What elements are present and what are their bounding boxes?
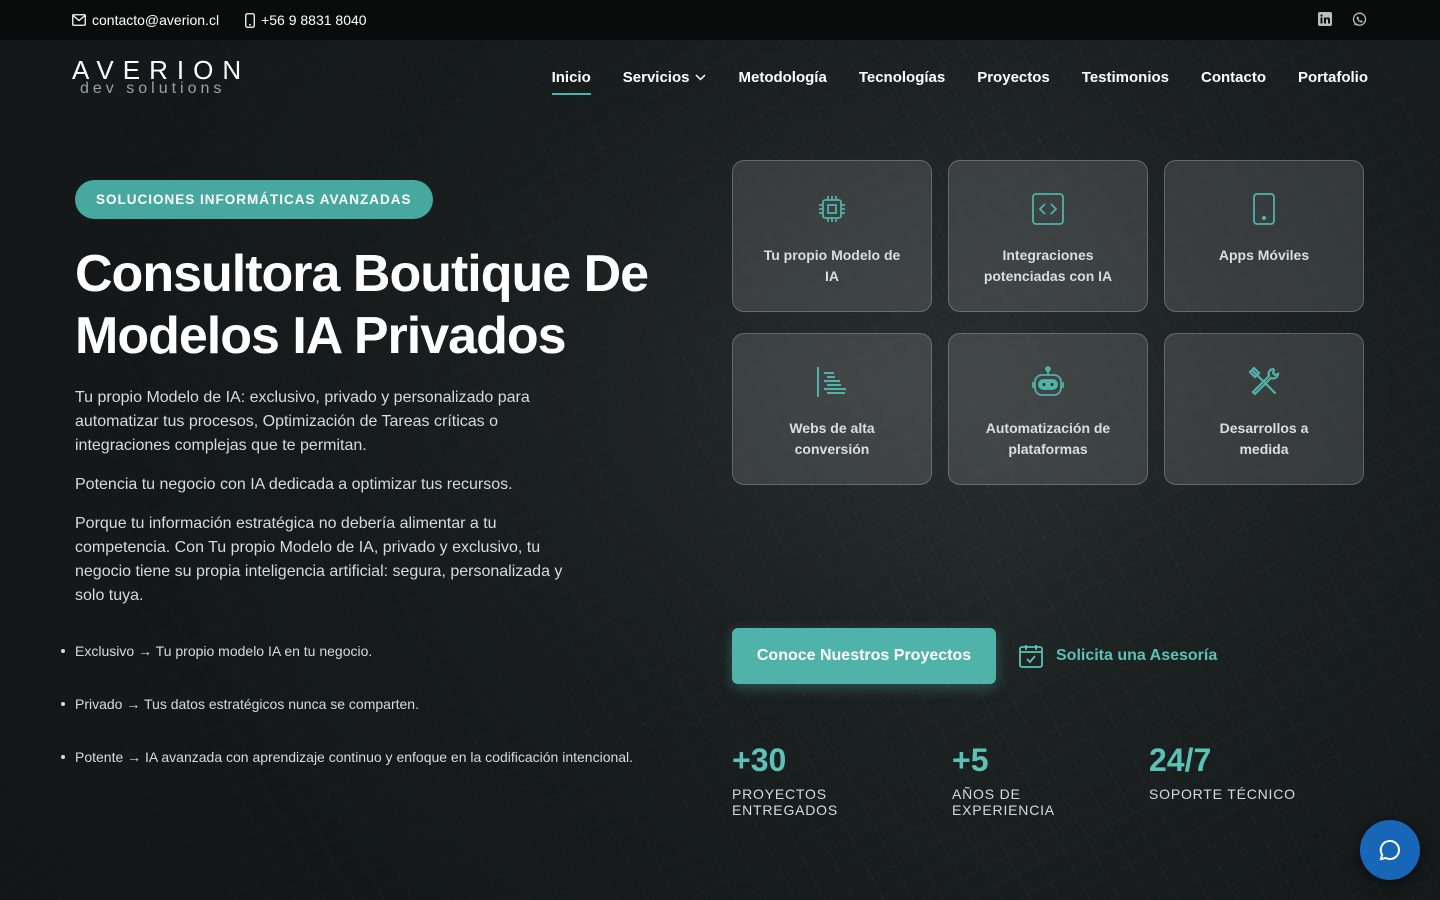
list-item: Potente → IA avanzada con aprendizaje co… (61, 746, 675, 799)
service-card-label: Tu propio Modelo de IA (763, 247, 901, 284)
service-card-automatizacion[interactable]: Automatización de plataformas (948, 333, 1148, 485)
consultation-link[interactable]: Solicita una Asesoría (1018, 640, 1217, 672)
phone-icon (245, 12, 255, 28)
phone-link[interactable]: +56 9 8831 8040 (245, 12, 367, 28)
service-card-desarrollos[interactable]: Desarrollos a medida (1164, 333, 1364, 485)
nav-item-metodologia[interactable]: Metodología (738, 63, 826, 92)
list-item: Privado → Tus datos estratégicos nunca s… (61, 693, 675, 746)
code-icon (1030, 191, 1066, 227)
chevron-down-icon (695, 73, 707, 81)
service-cards: Tu propio Modelo de IA Integraciones pot… (732, 160, 1365, 485)
stat-caption: PROYECTOS ENTREGADOS (732, 786, 839, 818)
nav-item-tecnologias[interactable]: Tecnologías (859, 63, 945, 92)
stat-projects: +30 PROYECTOS ENTREGADOS (732, 740, 912, 818)
robot-icon (1030, 364, 1066, 400)
stat-experience: +5 AÑOS DE EXPERIENCIA (952, 740, 1109, 818)
nav-item-portafolio[interactable]: Portafolio (1298, 63, 1368, 92)
nav-item-inicio[interactable]: Inicio (551, 63, 591, 95)
stat-number: 24/7 (1149, 742, 1212, 778)
nav-item-label: Portafolio (1298, 68, 1368, 86)
list-item: Exclusivo → Tu propio modelo IA en tu ne… (61, 640, 675, 693)
consultation-label: Solicita una Asesoría (1056, 647, 1218, 664)
mail-icon (72, 14, 86, 26)
hero-headline: Consultora Boutique De Modelos IA Privad… (75, 245, 649, 365)
service-card-label: Automatización de plataformas (985, 420, 1111, 457)
projects-button[interactable]: Conoce Nuestros Proyectos (732, 628, 996, 684)
hero-badge: SOLUCIONES INFORMÁTICAS AVANZADAS (75, 180, 433, 219)
feature-list: Exclusivo → Tu propio modelo IA en tu ne… (61, 640, 675, 799)
nav-item-label: Testimonios (1081, 68, 1169, 86)
hero-paragraph: Porque tu información estratégica no deb… (75, 515, 563, 604)
hero-paragraph: Potencia tu negocio con IA dedicada a op… (75, 476, 513, 493)
hero-paragraph: Tu propio Modelo de IA: exclusivo, priva… (75, 389, 530, 454)
stat-support: 24/7 SOPORTE TÉCNICO (1149, 740, 1329, 818)
service-card-modelo-ia[interactable]: Tu propio Modelo de IA (732, 160, 932, 312)
service-card-label: Apps Móviles (1218, 247, 1310, 263)
nav-item-servicios[interactable]: Servicios (623, 63, 707, 92)
top-bar: contacto@averion.cl +56 9 8831 8040 (0, 0, 1440, 40)
main-navbar: AVERION dev solutions Inicio Servicios M… (0, 40, 1440, 114)
nav-item-contacto[interactable]: Contacto (1201, 63, 1266, 92)
nav-menu: Inicio Servicios Metodología Tecnologías… (551, 63, 1368, 95)
nav-item-proyectos[interactable]: Proyectos (977, 63, 1050, 92)
stat-number: +5 (952, 742, 989, 778)
nav-item-label: Inicio (551, 68, 591, 86)
list-icon (814, 364, 850, 400)
email-text: contacto@averion.cl (92, 12, 220, 28)
whatsapp-icon[interactable] (1352, 12, 1368, 28)
chat-button[interactable] (1360, 820, 1420, 880)
calendar-check-icon (1019, 645, 1043, 668)
nav-item-label: Proyectos (977, 68, 1050, 86)
service-card-label: Webs de alta conversión (789, 420, 875, 457)
nav-item-label: Servicios (622, 68, 690, 86)
nav-item-label: Metodología (738, 68, 827, 86)
nav-item-testimonios[interactable]: Testimonios (1082, 63, 1169, 92)
tools-icon (1246, 364, 1282, 400)
stat-number: +30 (732, 742, 787, 778)
stats-row: +30 PROYECTOS ENTREGADOS +5 AÑOS DE EXPE… (732, 740, 1369, 818)
service-card-label: Desarrollos a medida (1219, 420, 1309, 457)
service-card-apps[interactable]: Apps Móviles (1164, 160, 1364, 312)
nav-item-label: Tecnologías (858, 68, 946, 86)
nav-item-label: Contacto (1201, 68, 1266, 86)
stat-caption: SOPORTE TÉCNICO (1149, 786, 1296, 802)
service-card-integraciones[interactable]: Integraciones potenciadas con IA (948, 160, 1148, 312)
service-card-webs[interactable]: Webs de alta conversión (732, 333, 932, 485)
cpu-icon (814, 191, 850, 227)
phone-text: +56 9 8831 8040 (261, 12, 367, 28)
stat-caption: AÑOS DE EXPERIENCIA (952, 786, 1055, 818)
logo[interactable]: AVERION dev solutions (72, 57, 250, 97)
linkedin-icon[interactable] (1318, 12, 1334, 28)
logo-subtitle: dev solutions (80, 80, 226, 97)
smartphone-icon (1246, 191, 1282, 227)
social-links (1318, 12, 1368, 28)
service-card-label: Integraciones potenciadas con IA (983, 247, 1113, 284)
chat-bubble-icon (1379, 839, 1400, 861)
email-link[interactable]: contacto@averion.cl (72, 12, 219, 28)
